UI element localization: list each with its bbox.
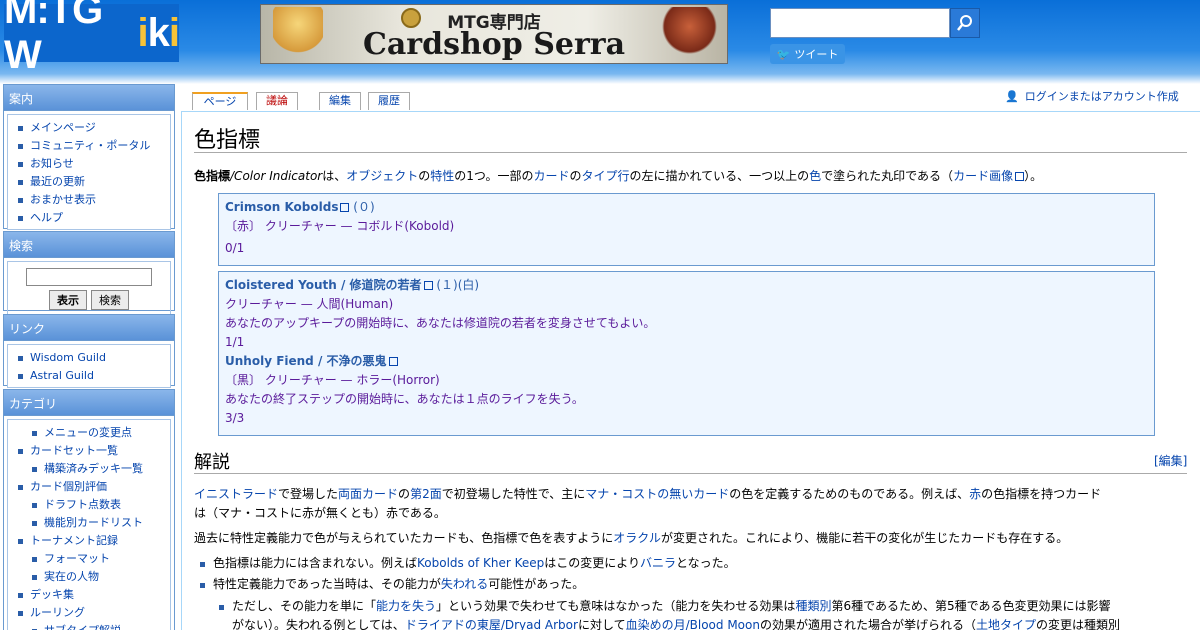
card-name-link[interactable]: Crimson Kobolds <box>225 200 338 214</box>
link-object[interactable]: オブジェクト <box>346 169 418 183</box>
card-name-link[interactable]: Cloistered Youth / 修道院の若者 <box>225 278 422 292</box>
section-heading: 解説 <box>194 452 230 473</box>
card-rules-text: あなたのアップキープの開始時に、あなたは修道院の若者を変身させてもよい。 <box>225 316 656 330</box>
banner-character-right <box>662 7 717 63</box>
link-kobolds[interactable]: Kobolds of Kher Keep <box>417 556 544 570</box>
user-icon: 👤 <box>1005 89 1019 103</box>
card-pt: 1/1 <box>225 335 245 349</box>
sidebar-category-item[interactable]: メニューの変更点 <box>16 424 164 442</box>
links-list: Wisdom Guild Astral Guild <box>7 344 171 388</box>
link-type-line[interactable]: タイプ行 <box>581 169 629 183</box>
category-portlet-title: カテゴリ <box>4 390 174 416</box>
link-lose-abilities[interactable]: 能力を失う <box>376 599 436 613</box>
sidebar-nav-item[interactable]: お知らせ <box>16 155 164 173</box>
sidebar-category-item[interactable]: 実在の人物 <box>16 568 164 586</box>
sidebar-nav-item[interactable]: おまかせ表示 <box>16 191 164 209</box>
search-input[interactable] <box>770 8 950 38</box>
card-back-pt: 3/3 <box>225 411 245 425</box>
external-link-icon <box>423 281 433 290</box>
go-button[interactable]: 表示 <box>49 290 87 310</box>
tab-talk[interactable]: 議論 <box>256 92 298 110</box>
list-item: 色指標は能力には含まれない。例えばKobolds of Kher Keepはこの… <box>200 554 736 573</box>
sidebar-nav-item[interactable]: 最近の更新 <box>16 173 164 191</box>
site-logo[interactable]: M:TG Wiki <box>4 0 180 77</box>
card-pt: 0/1 <box>225 241 245 255</box>
card-box-crimson-kobolds: Crimson Kobolds (０) 〔赤〕 クリーチャー — コボルド(Ko… <box>218 193 1155 266</box>
sidebar-nav-item[interactable]: コミュニティ・ポータル <box>16 137 164 155</box>
paragraph-1-cont: は（マナ・コストに赤が無くとも）赤である。 <box>194 506 446 520</box>
sidebar-category-item[interactable]: デッキ集 <box>16 586 164 604</box>
sidebar-category-item[interactable]: トーナメント記録 <box>16 532 164 550</box>
link-land-type[interactable]: 土地タイプ <box>976 618 1036 630</box>
link-dryad-arbor[interactable]: ドライアドの東屋/Dryad Arbor <box>405 618 578 630</box>
card-back-name-link[interactable]: Unholy Fiend / 不浄の悪鬼 <box>225 354 387 368</box>
sidebar-category-item[interactable]: カードセット一覧 <box>16 442 164 460</box>
sidebar-category-item[interactable]: カード個別評価 <box>16 478 164 496</box>
nav-list: メインページ コミュニティ・ポータル お知らせ 最近の更新 おまかせ表示 ヘルプ <box>7 114 171 230</box>
search-button[interactable] <box>950 8 980 38</box>
link-dfc[interactable]: 両面カード <box>338 487 398 501</box>
tab-page[interactable]: ページ <box>192 92 248 110</box>
banner-subtitle: Cardshop Serra <box>362 27 626 62</box>
sidebar-category-item[interactable]: ドラフト点数表 <box>16 496 164 514</box>
intro-paragraph: 色指標/Color Indicatorは、オブジェクトの特性の1つ。一部のカード… <box>194 169 1043 183</box>
page-title: 色指標 <box>194 128 261 153</box>
paragraph-2: 過去に特性定義能力で色が与えられていたカードも、色指標で色を表すようにオラクルが… <box>194 531 1069 545</box>
nav-portlet: 案内 メインページ コミュニティ・ポータル お知らせ 最近の更新 おまかせ表示 ヘルプ <box>3 84 175 230</box>
category-portlet: カテゴリ メニューの変更点 カードセット一覧 構築済みデッキ一覧 カード個別評価 ドラフ… <box>3 389 175 630</box>
link-card-image[interactable]: カード画像 <box>953 169 1013 183</box>
external-link-icon <box>388 357 398 366</box>
link-innistrad[interactable]: イニストラード <box>194 487 278 501</box>
tab-history[interactable]: 履歴 <box>368 92 410 110</box>
link-lose[interactable]: 失われる <box>441 577 488 591</box>
tweet-button[interactable]: 🐦 ツイート <box>770 44 845 64</box>
title-divider <box>194 152 1187 153</box>
sidebar-link-item[interactable]: Astral Guild <box>16 367 164 385</box>
link-oracle[interactable]: オラクル <box>613 531 661 545</box>
link-no-mana-cost[interactable]: マナ・コストの無いカード <box>585 487 729 501</box>
link-red[interactable]: 赤 <box>969 487 981 501</box>
links-portlet-title: リンク <box>4 315 174 341</box>
link-card[interactable]: カード <box>533 169 569 183</box>
link-color[interactable]: 色 <box>809 169 821 183</box>
link-blood-moon[interactable]: 血染めの月/Blood Moon <box>626 618 760 630</box>
sidebar-category-item[interactable]: サブタイプ解説 <box>16 622 164 630</box>
sidebar-category-item[interactable]: 構築済みデッキ一覧 <box>16 460 164 478</box>
card-type-line: 〔赤〕 クリーチャー — コボルド(Kobold) <box>225 219 455 233</box>
ad-banner[interactable]: MTG専門店 Cardshop Serra <box>260 4 728 64</box>
term: 色指標 <box>194 169 231 183</box>
section-edit-link[interactable]: [編集] <box>1154 452 1187 469</box>
card-type-line: クリーチャー — 人間(Human) <box>225 297 394 311</box>
sidebar-category-item[interactable]: 機能別カードリスト <box>16 514 164 532</box>
link-characteristic[interactable]: 特性 <box>430 169 454 183</box>
nav-portlet-title: 案内 <box>4 85 174 111</box>
category-list: メニューの変更点 カードセット一覧 構築済みデッキ一覧 カード個別評価 ドラフト点数表機… <box>7 419 171 630</box>
sidebar-nav-item[interactable]: メインページ <box>16 119 164 137</box>
sidebar-link-item[interactable]: Wisdom Guild <box>16 349 164 367</box>
paragraph-1: イニストラードで登場した両面カードの第2面で初登場した特性で、主にマナ・コストの… <box>194 487 1102 501</box>
card-back-rules-text: あなたの終了ステップの開始時に、あなたは１点のライフを失う。 <box>225 392 584 406</box>
list-item: 特性定義能力であった当時は、その能力が失われる可能性があった。 <box>199 575 584 594</box>
tab-edit[interactable]: 編集 <box>319 92 361 110</box>
card-back-type-line: 〔黒〕 クリーチャー — ホラー(Horror) <box>225 373 440 387</box>
sidebar-search-button[interactable]: 検索 <box>91 290 129 310</box>
link-layer[interactable]: 種類別 <box>795 599 831 613</box>
card-box-cloistered-youth: Cloistered Youth / 修道院の若者 (１)(白) クリーチャー … <box>218 271 1155 436</box>
sidebar-search-input[interactable] <box>26 268 152 286</box>
section-divider <box>194 473 1187 474</box>
link-vanilla[interactable]: バニラ <box>640 556 676 570</box>
list-item: ただし、その能力を単に「能力を失う」という効果で失わせても意味はなかった（能力を… <box>219 597 1111 616</box>
link-second-face[interactable]: 第2面 <box>410 487 442 501</box>
twitter-icon: 🐦 <box>776 47 791 61</box>
sidebar-category-item[interactable]: フォーマット <box>16 550 164 568</box>
search-portlet: 検索 表示 検索 <box>3 231 175 317</box>
search-icon <box>957 15 972 31</box>
list-item-cont: がない）。失われる例としては、ドライアドの東屋/Dryad Arborに対して血… <box>232 618 1121 630</box>
sidebar-nav-item[interactable]: ヘルプ <box>16 209 164 227</box>
sidebar-category-item[interactable]: ルーリング <box>16 604 164 622</box>
links-portlet: リンク Wisdom Guild Astral Guild <box>3 314 175 388</box>
external-link-icon <box>1015 172 1025 181</box>
search-portlet-title: 検索 <box>4 232 174 258</box>
login-link[interactable]: 👤 ログインまたはアカウント作成 <box>1005 88 1179 104</box>
